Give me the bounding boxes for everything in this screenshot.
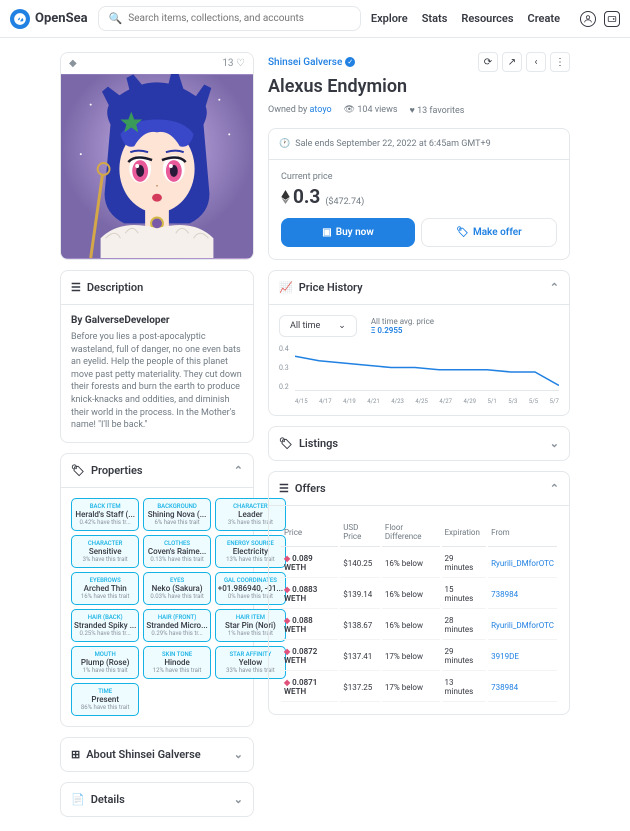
property-card[interactable]: BACKGROUNDShining Nova (...6% have this …	[143, 498, 210, 531]
owner-info: Owned by atoyo	[268, 105, 332, 116]
creator-name: By GalverseDeveloper	[71, 315, 243, 326]
description-header[interactable]: ☰ Description	[61, 271, 253, 305]
tag-icon: 🏷	[456, 227, 469, 238]
collection-link[interactable]: Shinsei Galverse ✓	[268, 57, 355, 68]
buy-now-button[interactable]: ▣Buy now	[281, 218, 415, 247]
views-count: 👁 104 views	[344, 105, 398, 116]
properties-icon: 🏷	[71, 464, 85, 477]
favorites-count: ♥ 13 favorites	[409, 105, 464, 116]
item-title: Alexus Endymion	[268, 76, 570, 97]
chevron-down-icon: ⌄	[234, 748, 243, 761]
offers-header[interactable]: ☰ Offers ⌃	[269, 472, 569, 506]
description-panel: ☰ Description By GalverseDeveloper Befor…	[60, 270, 254, 443]
offer-row: 0.0871 WETH$137.2517% below13 minutes738…	[281, 673, 557, 702]
description-text: Before you lies a post-apocalyptic waste…	[71, 331, 243, 432]
details-panel: 📄 Details ⌄	[60, 782, 254, 817]
nav-explore[interactable]: Explore	[371, 12, 408, 25]
chain-icon: ◆	[69, 58, 77, 69]
property-card[interactable]: HAIR (FRONT)Stranded Micro...0.29% have …	[143, 609, 210, 642]
search-bar[interactable]: 🔍	[98, 6, 361, 31]
offer-from-link[interactable]: 738984	[488, 673, 557, 702]
offer-row: 0.089 WETH$140.2516% below29 minutesRyur…	[281, 549, 557, 578]
property-card[interactable]: HAIR (BACK)Stranded Spiky ...0.25% have …	[71, 609, 139, 642]
property-card[interactable]: EYEBROWSArched Thin16% have this trait	[71, 572, 139, 605]
property-card[interactable]: BACK ITEMHerald's Staff (...0.42% have t…	[71, 498, 139, 531]
chevron-up-icon: ⌃	[550, 281, 559, 294]
chevron-down-icon: ⌄	[234, 793, 243, 806]
refresh-button[interactable]: ⟳	[478, 52, 498, 72]
nav-resources[interactable]: Resources	[461, 12, 513, 25]
list-icon: ☰	[279, 482, 289, 495]
property-card[interactable]: MOUTHPlump (Rose)1% have this trait	[71, 646, 139, 679]
offer-from-link[interactable]: 3919DE	[488, 642, 557, 671]
search-input[interactable]	[128, 13, 350, 24]
artwork-card: ◆ 13 ♡	[60, 52, 254, 260]
chevron-up-icon: ⌃	[234, 464, 243, 477]
chevron-down-icon: ⌄	[550, 437, 559, 450]
opensea-icon	[10, 9, 30, 29]
avg-price: All time avg. price Ξ 0.2955	[371, 317, 434, 335]
share-button[interactable]: ‹	[526, 52, 546, 72]
price-history-header[interactable]: 📈 Price History ⌃	[269, 271, 569, 305]
sale-box: 🕐 Sale ends September 22, 2022 at 6:45am…	[268, 128, 570, 260]
chevron-down-icon: ⌄	[338, 321, 346, 331]
sale-end-time: 🕐 Sale ends September 22, 2022 at 6:45am…	[269, 129, 569, 160]
wallet-icon[interactable]	[604, 11, 620, 27]
chart-icon: 📈	[279, 281, 293, 294]
property-card[interactable]: CLOTHESCoven's Raime...0.13% have this t…	[143, 535, 210, 568]
wallet-icon: ▣	[322, 227, 331, 238]
chevron-up-icon: ⌃	[550, 482, 559, 495]
price-usd: ($472.74)	[325, 197, 364, 207]
brand-text: OpenSea	[35, 11, 88, 26]
details-icon: 📄	[71, 793, 85, 806]
tag-icon: 🏷	[279, 437, 293, 450]
offer-from-link[interactable]: 738984	[488, 580, 557, 609]
external-link-button[interactable]: ↗	[502, 52, 522, 72]
price-chart: 0.40.30.2 4/154/174/194/214/234/254/274/…	[279, 345, 559, 405]
offer-from-link[interactable]: Ryurili_DMforOTC	[488, 549, 557, 578]
offers-table: PriceUSD PriceFloor DifferenceExpiration…	[279, 516, 559, 704]
current-price: 0.3	[281, 185, 320, 208]
offer-row: 0.0872 WETH$137.4117% below29 minutes391…	[281, 642, 557, 671]
details-header[interactable]: 📄 Details ⌄	[61, 783, 253, 816]
nav-stats[interactable]: Stats	[422, 12, 448, 25]
properties-header[interactable]: 🏷 Properties ⌃	[61, 454, 253, 488]
properties-panel: 🏷 Properties ⌃ BACK ITEMHerald's Staff (…	[60, 453, 254, 727]
search-icon: 🔍	[109, 12, 123, 25]
make-offer-button[interactable]: 🏷Make offer	[421, 218, 557, 247]
account-icon[interactable]	[580, 11, 596, 27]
clock-icon: 🕐	[279, 139, 290, 149]
property-card[interactable]: SKIN TONEHinode12% have this trait	[143, 646, 210, 679]
property-card[interactable]: CHARACTERSensitive3% have this trait	[71, 535, 139, 568]
price-history-panel: 📈 Price History ⌃ All time⌄ All time avg…	[268, 270, 570, 416]
description-icon: ☰	[71, 281, 81, 294]
offers-panel: ☰ Offers ⌃ PriceUSD PriceFloor Differenc…	[268, 471, 570, 715]
about-panel: ⊞ About Shinsei Galverse ⌄	[60, 737, 254, 772]
nft-image[interactable]	[61, 74, 253, 259]
about-header[interactable]: ⊞ About Shinsei Galverse ⌄	[61, 738, 253, 771]
offer-row: 0.0883 WETH$139.1416% below15 minutes738…	[281, 580, 557, 609]
listings-panel: 🏷 Listings ⌄	[268, 426, 570, 461]
owner-link[interactable]: atoyo	[310, 105, 332, 115]
listings-header[interactable]: 🏷 Listings ⌄	[269, 427, 569, 460]
property-card[interactable]: EYESNeko (Sakura)0.03% have this trait	[143, 572, 210, 605]
logo[interactable]: OpenSea	[10, 9, 88, 29]
more-button[interactable]: ⋮	[550, 52, 570, 72]
price-label: Current price	[281, 172, 557, 182]
nav-create[interactable]: Create	[528, 12, 561, 25]
verified-icon: ✓	[345, 57, 355, 67]
property-card[interactable]: TIMEPresent86% have this trait	[71, 683, 139, 716]
time-filter-dropdown[interactable]: All time⌄	[279, 315, 357, 337]
about-icon: ⊞	[71, 748, 80, 761]
eth-icon	[281, 190, 290, 204]
likes-count[interactable]: 13 ♡	[222, 58, 245, 69]
